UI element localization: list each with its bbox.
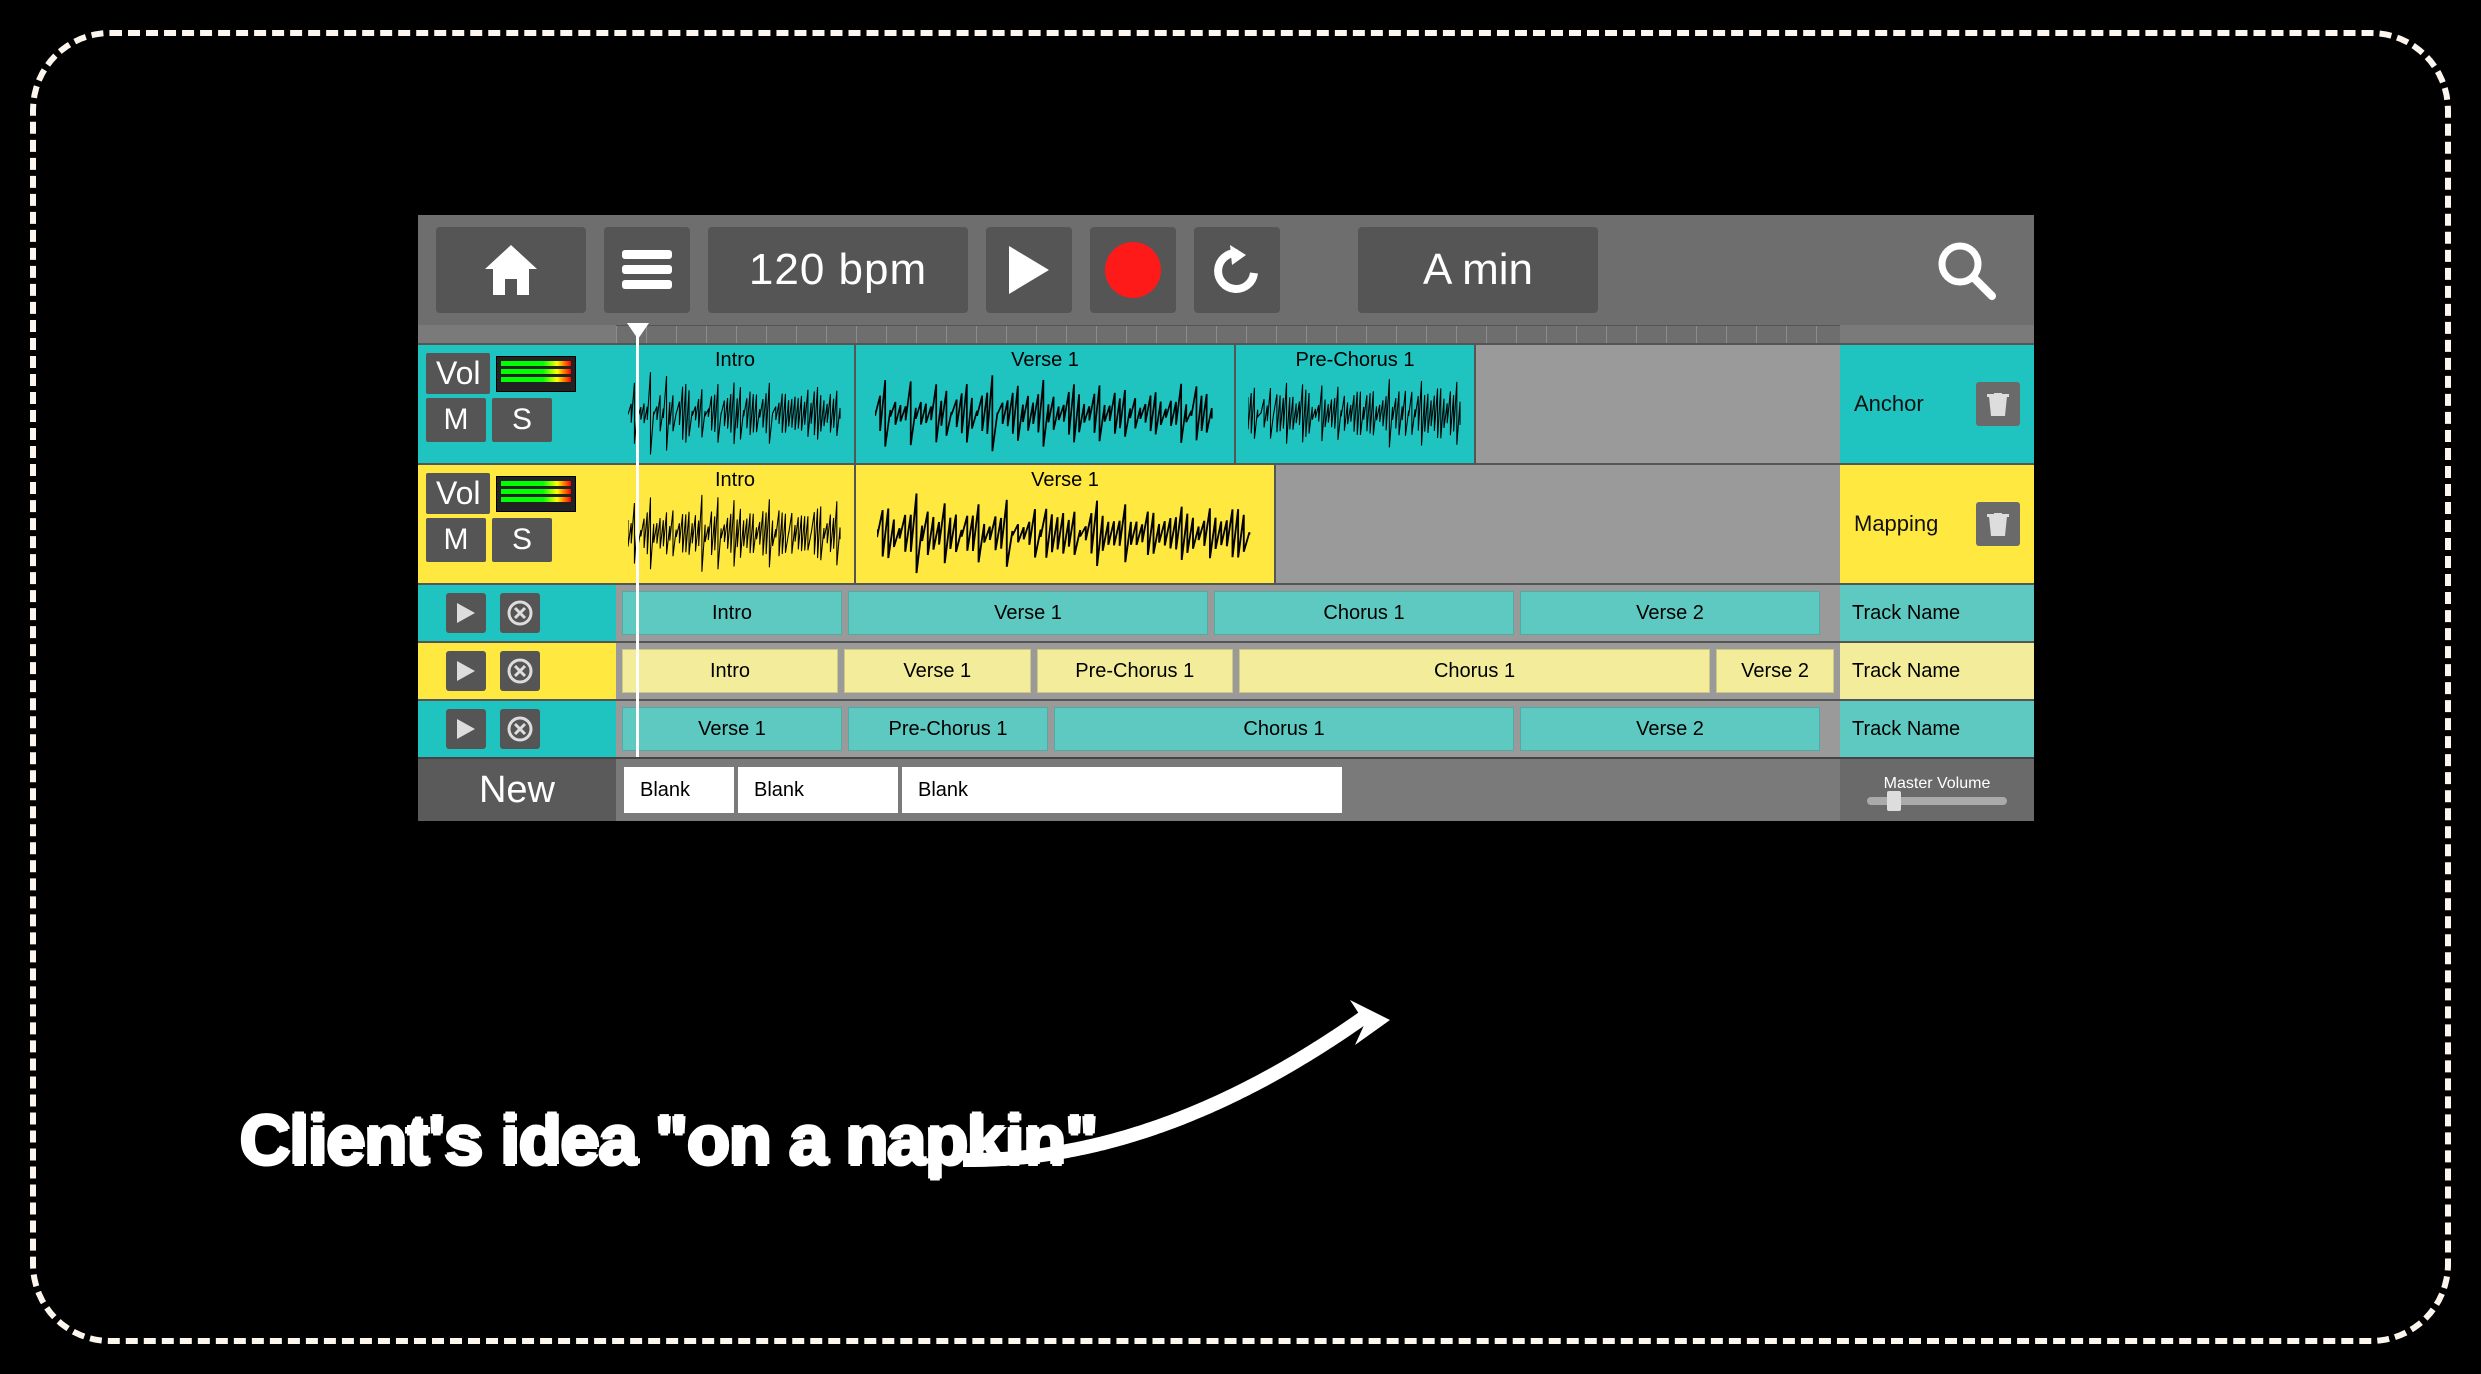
track-play-button[interactable] [446,709,486,749]
section-track: IntroVerse 1Pre-Chorus 1Chorus 1Verse 2 … [418,641,2034,699]
track-header: Vol M S [418,465,616,583]
clip-label: Pre-Chorus 1 [1296,349,1415,372]
bottom-row: New BlankBlankBlank Master Volume [418,757,2034,821]
record-button[interactable] [1090,227,1176,313]
play-button[interactable] [986,227,1072,313]
section-lane[interactable]: IntroVerse 1Pre-Chorus 1Chorus 1Verse 2 [616,643,1840,699]
section-track-header [418,585,616,641]
section-segment[interactable]: Intro [622,649,838,693]
delete-track-button[interactable] [1976,382,2020,426]
section-lane[interactable]: IntroVerse 1Chorus 1Verse 2 [616,585,1840,641]
track-name-label: Mapping [1854,511,1938,537]
search-button[interactable] [1916,227,2016,313]
blank-segment[interactable]: Blank [624,767,734,813]
search-icon [1934,238,1998,302]
audio-clip[interactable]: Verse 1 [856,345,1236,463]
audio-clip[interactable]: Pre-Chorus 1 [1236,345,1476,463]
section-segment[interactable]: Verse 2 [1520,591,1820,635]
section-track-name[interactable]: Track Name [1840,643,2034,699]
clip-label: Verse 1 [1031,469,1099,492]
track-name-label: Anchor [1854,391,1924,417]
delete-track-button[interactable] [1976,502,2020,546]
mute-button[interactable]: M [426,398,486,442]
tempo-display[interactable]: 120 bpm [708,227,968,313]
audio-clip[interactable]: Intro [616,465,856,583]
audio-track: Vol M S Intro Verse 1 Pre-Chorus 1 Ancho… [418,343,2034,463]
section-segment[interactable]: Chorus 1 [1239,649,1710,693]
daw-mockup: 120 bpm A min Vol M S [418,215,2034,821]
tracks-area: Vol M S Intro Verse 1 Pre-Chorus 1 Ancho… [418,325,2034,757]
section-segment[interactable]: Pre-Chorus 1 [1037,649,1233,693]
caption-text: Client's idea "on a napkin" [240,1100,1097,1180]
section-track: IntroVerse 1Chorus 1Verse 2 Track Name [418,583,2034,641]
playhead[interactable] [636,325,639,757]
section-track-header [418,643,616,699]
x-circle-icon [507,658,533,684]
section-segment[interactable]: Verse 2 [1520,707,1820,751]
play-icon [457,603,475,623]
track-header: Vol M S [418,345,616,463]
x-circle-icon [507,716,533,742]
timeline-ruler[interactable] [616,325,1840,343]
track-lane[interactable]: Intro Verse 1 Pre-Chorus 1 [616,345,1840,463]
audio-clip[interactable]: Intro [616,345,856,463]
trash-icon [1986,390,2010,418]
audio-clip[interactable]: Verse 1 [856,465,1276,583]
clip-label: Verse 1 [1011,349,1079,372]
trash-icon [1986,510,2010,538]
section-segment[interactable]: Pre-Chorus 1 [848,707,1048,751]
level-meter [496,356,576,392]
toolbar: 120 bpm A min [418,215,2034,325]
track-tail: Mapping [1840,465,2034,583]
undo-button[interactable] [1194,227,1280,313]
section-track-header [418,701,616,757]
section-track-name[interactable]: Track Name [1840,701,2034,757]
track-play-button[interactable] [446,651,486,691]
record-icon [1105,242,1161,298]
play-icon [1009,246,1049,294]
track-tail: Anchor [1840,345,2034,463]
audio-track: Vol M S Intro Verse 1 Mapping [418,463,2034,583]
blank-segment[interactable]: Blank [902,767,1342,813]
track-play-button[interactable] [446,593,486,633]
track-settings-button[interactable] [500,651,540,691]
play-icon [457,661,475,681]
solo-button[interactable]: S [492,518,552,562]
track-settings-button[interactable] [500,709,540,749]
section-lane[interactable]: Verse 1Pre-Chorus 1Chorus 1Verse 2 [616,701,1840,757]
master-volume: Master Volume [1840,759,2034,821]
home-icon [481,243,541,297]
section-segment[interactable]: Chorus 1 [1214,591,1514,635]
section-segment[interactable]: Verse 2 [1716,649,1834,693]
clip-label: Intro [715,349,755,372]
section-segment[interactable]: Chorus 1 [1054,707,1514,751]
track-lane[interactable]: Intro Verse 1 [616,465,1840,583]
volume-label[interactable]: Vol [426,473,490,514]
undo-icon [1210,243,1264,297]
section-track-name[interactable]: Track Name [1840,585,2034,641]
section-segment[interactable]: Intro [622,591,842,635]
master-volume-slider[interactable] [1867,797,2007,805]
mute-button[interactable]: M [426,518,486,562]
key-display[interactable]: A min [1358,227,1598,313]
level-meter [496,476,576,512]
volume-label[interactable]: Vol [426,353,490,394]
play-icon [457,719,475,739]
home-button[interactable] [436,227,586,313]
track-settings-button[interactable] [500,593,540,633]
section-segment[interactable]: Verse 1 [848,591,1208,635]
blank-lane: BlankBlankBlank [616,759,1840,821]
x-circle-icon [507,600,533,626]
new-button[interactable]: New [418,759,616,821]
menu-button[interactable] [604,227,690,313]
blank-segment[interactable]: Blank [738,767,898,813]
section-segment[interactable]: Verse 1 [844,649,1031,693]
section-track: Verse 1Pre-Chorus 1Chorus 1Verse 2 Track… [418,699,2034,757]
solo-button[interactable]: S [492,398,552,442]
section-segment[interactable]: Verse 1 [622,707,842,751]
clip-label: Intro [715,469,755,492]
hamburger-icon [622,250,672,290]
